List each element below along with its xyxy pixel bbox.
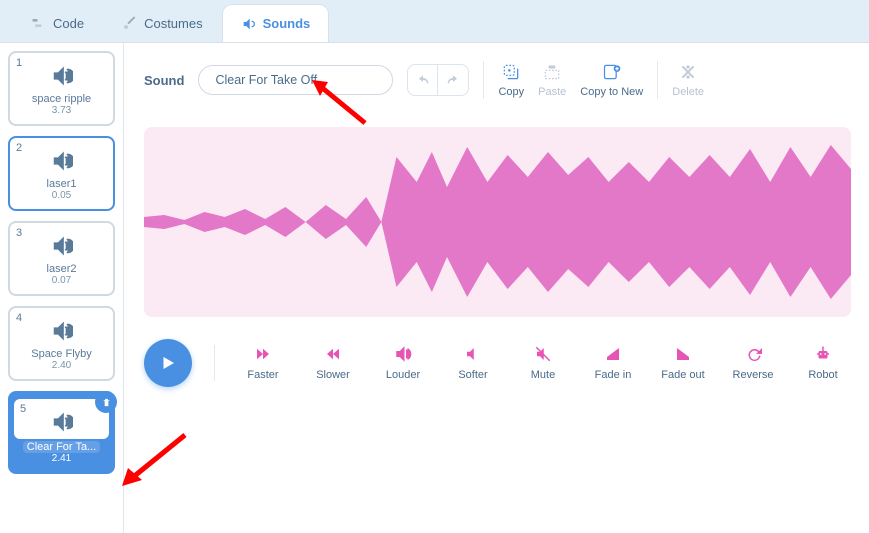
effect-softer-label: Softer <box>458 369 487 381</box>
sound-item-name: laser1 <box>47 178 77 190</box>
sound-item-2[interactable]: 2 laser1 0.05 <box>8 136 115 211</box>
effect-slower[interactable]: Slower <box>305 345 361 381</box>
tab-sounds[interactable]: Sounds <box>222 4 330 42</box>
toolbar-divider <box>483 61 484 99</box>
speaker-icon <box>51 407 73 437</box>
sound-item-duration: 0.07 <box>52 275 71 286</box>
sound-item-name: space ripple <box>32 93 91 105</box>
sound-item-number: 2 <box>16 142 22 154</box>
effect-mute-label: Mute <box>531 369 555 381</box>
effect-louder-label: Louder <box>386 369 420 381</box>
delete-label: Delete <box>672 86 704 98</box>
speaker-icon <box>51 316 73 346</box>
effect-faster-label: Faster <box>247 369 278 381</box>
tab-code[interactable]: Code <box>12 4 103 42</box>
paste-label: Paste <box>538 86 566 98</box>
effect-fadeout-label: Fade out <box>661 369 704 381</box>
sound-item-duration: 3.73 <box>52 105 71 116</box>
effects-bar: Faster Slower Louder Softer Mute <box>214 345 851 381</box>
paste-button[interactable]: Paste <box>538 62 566 98</box>
code-icon <box>31 15 47 31</box>
tab-sounds-label: Sounds <box>263 16 311 31</box>
sound-item-duration: 2.41 <box>52 453 71 464</box>
playback-bar: Faster Slower Louder Softer Mute <box>144 339 851 387</box>
play-button[interactable] <box>144 339 192 387</box>
sound-item-number: 5 <box>20 403 26 415</box>
sound-item-duration: 0.05 <box>52 190 71 201</box>
sound-item-number: 1 <box>16 57 22 69</box>
effect-louder[interactable]: Louder <box>375 345 431 381</box>
copy-to-new-button[interactable]: Copy to New <box>580 62 643 98</box>
sound-item-name: Clear For Ta... <box>23 441 101 453</box>
main-area: 1 space ripple 3.73 2 laser1 0.05 3 lase… <box>0 42 869 533</box>
delete-button[interactable]: Delete <box>672 62 704 98</box>
sound-item-number: 3 <box>16 227 22 239</box>
effect-robot-label: Robot <box>808 369 837 381</box>
sound-item-number: 4 <box>16 312 22 324</box>
speaker-icon <box>51 231 73 261</box>
tab-costumes-label: Costumes <box>144 16 203 31</box>
sound-item-1[interactable]: 1 space ripple 3.73 <box>8 51 115 126</box>
undo-button[interactable] <box>408 65 438 95</box>
effect-softer[interactable]: Softer <box>445 345 501 381</box>
effect-fadein-label: Fade in <box>595 369 632 381</box>
sound-item-4[interactable]: 4 Space Flyby 2.40 <box>8 306 115 381</box>
sound-item-5[interactable]: 5 Clear For Ta... 2.41 <box>8 391 115 474</box>
copy-label: Copy <box>498 86 524 98</box>
sound-label: Sound <box>144 73 184 88</box>
sound-icon <box>241 16 257 32</box>
sound-name-input[interactable] <box>198 65 393 95</box>
effect-reverse-label: Reverse <box>733 369 774 381</box>
sound-editor: Sound Copy Paste Copy to New D <box>124 43 869 533</box>
brush-icon <box>122 15 138 31</box>
delete-sound-icon[interactable] <box>95 391 117 413</box>
effect-fadeout[interactable]: Fade out <box>655 345 711 381</box>
speaker-icon <box>51 61 73 91</box>
toolbar-divider <box>657 61 658 99</box>
tab-bar: Code Costumes Sounds <box>0 0 869 42</box>
sound-item-name: Space Flyby <box>31 348 92 360</box>
sound-list: 1 space ripple 3.73 2 laser1 0.05 3 lase… <box>0 43 124 533</box>
sound-item-3[interactable]: 3 laser2 0.07 <box>8 221 115 296</box>
editor-toolbar: Sound Copy Paste Copy to New D <box>144 61 851 99</box>
copy-to-new-label: Copy to New <box>580 86 643 98</box>
effect-faster[interactable]: Faster <box>235 345 291 381</box>
tab-code-label: Code <box>53 16 84 31</box>
sound-item-name: laser2 <box>47 263 77 275</box>
undo-redo-group <box>407 64 469 96</box>
copy-button[interactable]: Copy <box>498 62 524 98</box>
effect-reverse[interactable]: Reverse <box>725 345 781 381</box>
redo-button[interactable] <box>438 65 468 95</box>
waveform-display[interactable] <box>144 127 851 317</box>
tab-costumes[interactable]: Costumes <box>103 4 222 42</box>
effect-slower-label: Slower <box>316 369 350 381</box>
speaker-icon <box>51 146 73 176</box>
effect-fadein[interactable]: Fade in <box>585 345 641 381</box>
effect-mute[interactable]: Mute <box>515 345 571 381</box>
effect-robot[interactable]: Robot <box>795 345 851 381</box>
sound-item-duration: 2.40 <box>52 360 71 371</box>
